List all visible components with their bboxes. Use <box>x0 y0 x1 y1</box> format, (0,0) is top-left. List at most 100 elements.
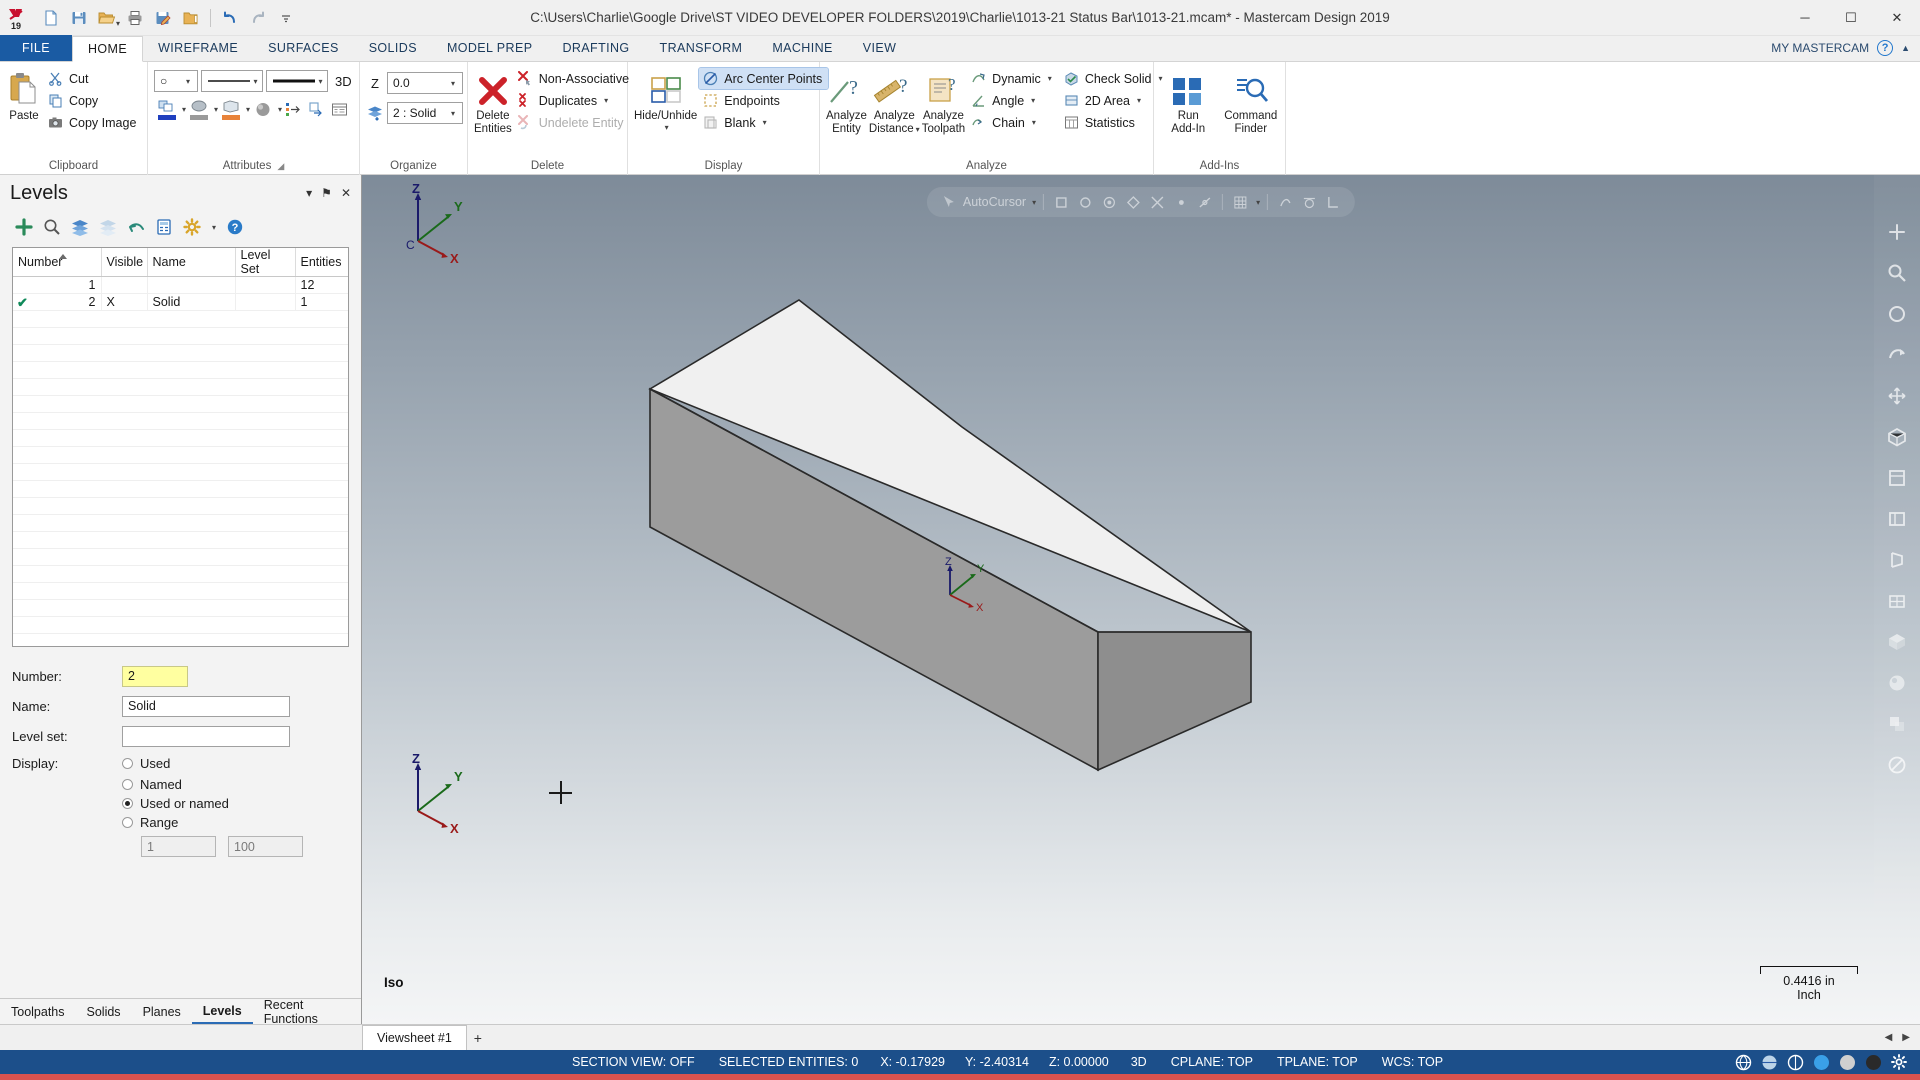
status-cplane[interactable]: CPLANE: TOP <box>1159 1050 1265 1074</box>
levels-icon[interactable] <box>366 105 384 121</box>
delete-duplicates-button[interactable]: Duplicates ▾ <box>514 90 635 111</box>
chevron-down-icon[interactable]: ▾ <box>665 123 669 132</box>
tab-drafting[interactable]: DRAFTING <box>547 35 644 61</box>
tab-file[interactable]: FILE <box>0 35 72 61</box>
analyze-entity-button[interactable]: ? Analyze Entity <box>826 66 867 135</box>
tab-model-prep[interactable]: MODEL PREP <box>432 35 548 61</box>
column-header-level-set[interactable]: Level Set <box>235 248 296 277</box>
blue-dot-icon[interactable] <box>1808 1050 1834 1074</box>
chevron-down-icon[interactable]: ▾ <box>316 77 325 86</box>
viewsheet-next-button[interactable]: ▶ <box>1902 1032 1910 1043</box>
shaded-wireframe-icon[interactable] <box>1782 1050 1808 1074</box>
isometric-view-icon[interactable] <box>1884 424 1910 450</box>
panel-tab-toolpaths[interactable]: Toolpaths <box>0 999 76 1024</box>
panel-close-icon[interactable]: ✕ <box>341 186 351 200</box>
wireframe-shading-icon[interactable] <box>1884 588 1910 614</box>
area-2d-button[interactable]: 2D Area ▾ <box>1060 90 1169 111</box>
panel-tab-planes[interactable]: Planes <box>132 999 192 1024</box>
front-view-icon[interactable] <box>1884 506 1910 532</box>
arc-center-points-button[interactable]: Arc Center Points <box>698 67 830 90</box>
tab-transform[interactable]: TRANSFORM <box>645 35 758 61</box>
status-wcs[interactable]: WCS: TOP <box>1370 1050 1455 1074</box>
translucency-icon[interactable] <box>1884 711 1910 737</box>
chevron-down-icon[interactable]: ▾ <box>1031 96 1035 105</box>
check-solid-button[interactable]: Check Solid ▾ <box>1060 68 1169 89</box>
undelete-entity-button[interactable]: Undelete Entity <box>514 112 635 133</box>
column-header-name[interactable]: Name <box>147 248 236 277</box>
tab-solids[interactable]: SOLIDS <box>354 35 432 61</box>
show-all-levels-icon[interactable] <box>70 218 89 237</box>
point-style-combo[interactable]: ○ ▾ <box>154 70 198 92</box>
endpoints-button[interactable]: Endpoints <box>699 90 828 111</box>
set-level-icon[interactable] <box>282 97 304 121</box>
new-file-icon[interactable] <box>38 5 64 31</box>
customize-icon[interactable] <box>273 5 299 31</box>
solid-model[interactable] <box>362 175 1542 875</box>
edit-file-icon[interactable] <box>150 5 176 31</box>
swap-attributes-icon[interactable] <box>305 97 327 121</box>
redo-icon[interactable] <box>245 5 271 31</box>
unzoom-icon[interactable] <box>1884 301 1910 327</box>
open-folder-icon[interactable]: ▾ <box>94 5 120 31</box>
radio-used-or-named[interactable] <box>122 798 133 809</box>
analyze-dynamic-button[interactable]: Dynamic ▾ <box>967 68 1058 89</box>
wireframe-display-icon[interactable] <box>1730 1050 1756 1074</box>
number-input[interactable]: 2 <box>122 665 188 687</box>
level-set-input[interactable] <box>122 725 290 747</box>
right-view-icon[interactable] <box>1884 547 1910 573</box>
solid-color-button[interactable] <box>218 99 244 120</box>
panel-pin-icon[interactable]: ⚑ <box>321 186 332 200</box>
range-to-input[interactable]: 100 <box>228 836 303 857</box>
minimize-button[interactable]: ─ <box>1782 0 1828 36</box>
grey-dot-icon[interactable] <box>1834 1050 1860 1074</box>
radio-used[interactable] <box>122 757 133 769</box>
chevron-down-icon[interactable]: ▾ <box>1137 96 1141 105</box>
zoom-window-icon[interactable] <box>1884 260 1910 286</box>
shaded-display-icon[interactable] <box>1756 1050 1782 1074</box>
chevron-down-icon[interactable]: ▾ <box>446 79 460 88</box>
dynamic-rotate-icon[interactable] <box>1884 342 1910 368</box>
analyze-distance-button[interactable]: ? Analyze Distance ▾ <box>869 66 920 136</box>
find-level-icon[interactable] <box>42 218 61 237</box>
tab-view[interactable]: VIEW <box>848 35 912 61</box>
analyze-chain-button[interactable]: Chain ▾ <box>967 112 1058 133</box>
viewsheet-prev-button[interactable]: ◀ <box>1885 1032 1893 1043</box>
range-from-input[interactable]: 1 <box>141 836 216 857</box>
panel-dropdown-icon[interactable]: ▾ <box>306 186 312 200</box>
level-options-icon[interactable] <box>182 218 201 237</box>
name-input[interactable]: Solid <box>122 695 290 717</box>
analyze-angle-button[interactable]: Angle ▾ <box>967 90 1058 111</box>
table-row[interactable]: 1 12 <box>13 276 348 294</box>
folder-icon[interactable] <box>178 5 204 31</box>
line-width-combo[interactable]: ▾ <box>266 70 328 92</box>
analyze-toolpath-button[interactable]: ? Analyze Toolpath <box>922 66 965 135</box>
levels-table-container[interactable]: Number Visible Name Level Set Entities 1 <box>12 247 349 647</box>
surface-color-button[interactable] <box>186 99 212 120</box>
maximize-button[interactable]: ☐ <box>1828 0 1874 36</box>
table-row[interactable]: ✔ 2 X Solid 1 <box>13 293 348 311</box>
tab-surfaces[interactable]: SURFACES <box>253 35 354 61</box>
hide-all-levels-icon[interactable] <box>98 218 117 237</box>
print-icon[interactable] <box>122 5 148 31</box>
material-button[interactable] <box>250 101 276 118</box>
panel-tab-recent-functions[interactable]: Recent Functions <box>253 998 361 1026</box>
viewsheet-tab[interactable]: Viewsheet #1 <box>362 1025 467 1050</box>
line-style-combo[interactable]: ▾ <box>201 70 263 92</box>
status-3d-toggle[interactable]: 3D <box>1119 1050 1159 1074</box>
chevron-down-icon[interactable]: ▾ <box>251 77 260 86</box>
collapse-ribbon-icon[interactable]: ▲ <box>1901 43 1910 53</box>
statistics-button[interactable]: Statistics <box>1060 112 1169 133</box>
tab-home[interactable]: HOME <box>72 36 144 62</box>
paste-button[interactable]: Paste <box>6 66 42 123</box>
fit-icon[interactable] <box>1884 219 1910 245</box>
level-help-icon[interactable]: ? <box>225 218 244 237</box>
column-header-visible[interactable]: Visible <box>101 248 148 277</box>
command-finder-button[interactable]: Command Finder <box>1223 66 1280 135</box>
no-shading-icon[interactable] <box>1884 752 1910 778</box>
status-section-view[interactable]: SECTION VIEW: OFF <box>560 1050 707 1074</box>
tab-wireframe[interactable]: WIREFRAME <box>143 35 253 61</box>
attributes-dialog-launcher[interactable]: ◢ <box>277 157 284 175</box>
dark-dot-icon[interactable] <box>1860 1050 1886 1074</box>
undo-icon[interactable] <box>217 5 243 31</box>
delete-entities-button[interactable]: Delete Entities <box>474 66 512 135</box>
